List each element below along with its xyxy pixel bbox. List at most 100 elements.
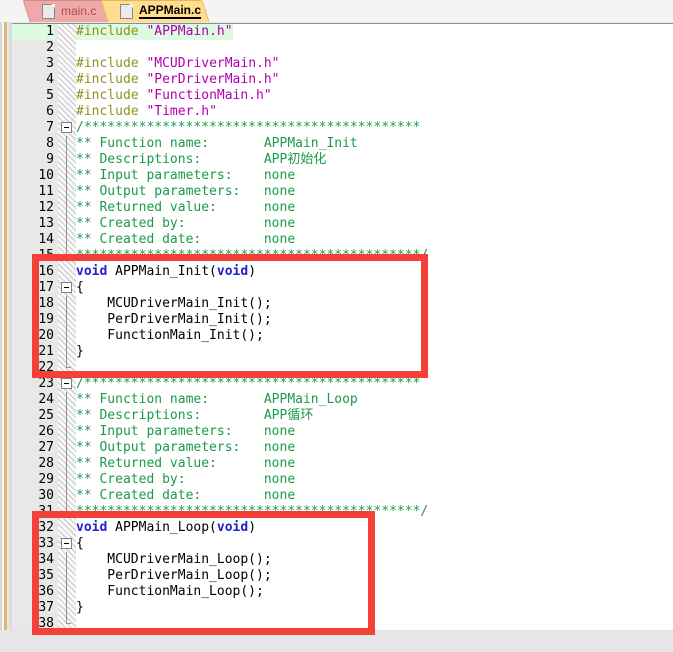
code-line[interactable]: 21} [12,344,673,360]
code-line[interactable]: 27 ** Output parameters: none [12,440,673,456]
token: ) [248,520,257,535]
code-text: ** Descriptions: APP初始化 [76,152,326,168]
fold-collapse-icon[interactable] [58,120,76,136]
code-line[interactable]: 10 ** Input parameters: none [12,168,673,184]
line-number: 6 [46,104,54,119]
code-line[interactable]: 13 ** Created by: none [12,216,673,232]
code-line[interactable]: 29 ** Created by: none [12,472,673,488]
token: ** Created by: none [76,472,296,487]
code-line[interactable]: 24 ** Function name: APPMain_Loop [12,392,673,408]
fold-guide-line [58,472,76,488]
token: ** Output parameters: none [76,440,296,455]
code-line[interactable]: 14 ** Created date: none [12,232,673,248]
code-text: ****************************************… [76,504,428,520]
code-line[interactable]: 2 [12,40,673,56]
code-text: ** Function name: APPMain_Init [76,136,358,152]
token: void [76,520,116,535]
code-line[interactable]: 37} [12,600,673,616]
fold-empty [58,520,76,536]
token: ** Descriptions: APP循环 [76,408,314,423]
fold-collapse-icon[interactable] [58,536,76,552]
code-text: ** Output parameters: none [76,184,295,200]
line-number: 26 [38,424,54,439]
token: PerDriverMain_Loop(); [76,568,272,583]
code-line[interactable]: 30 ** Created date: none [12,488,673,504]
token: ) [248,264,257,279]
code-line[interactable]: 23 /*************************************… [12,376,673,392]
code-line[interactable]: 22 [12,360,673,376]
token: ** Output parameters: none [76,184,296,199]
code-line[interactable]: 18 MCUDriverMain_Init(); [12,296,673,312]
fold-guide-line [58,584,76,600]
line-number: 28 [38,456,54,471]
token: ** Created by: none [76,216,296,231]
token: "FunctionMain.h" [146,88,272,103]
line-number: 5 [46,88,54,103]
code-line[interactable]: 20 FunctionMain_Init(); [12,328,673,344]
token: FunctionMain_Loop(); [76,584,264,599]
code-text: ** Created date: none [76,488,295,504]
tab-appmain-c[interactable]: APPMain.c [100,0,210,22]
line-number: 20 [38,328,54,343]
code-text: { [76,280,84,296]
token: ** Created date: none [76,488,296,503]
fold-guide-line [58,568,76,584]
code-line[interactable]: 34 MCUDriverMain_Loop(); [12,552,673,568]
code-editor-pane[interactable]: 1 #include "APPMain.h" 2 3 #include "MCUDriv… [12,23,673,630]
code-text: ****************************************… [76,248,428,264]
code-line[interactable]: 38 [12,616,673,630]
fold-guide-line [58,392,76,408]
tab-label: APPMain.c [139,2,202,19]
fold-collapse-icon[interactable] [58,376,76,392]
code-line[interactable]: 7 /**************************************… [12,120,673,136]
code-line[interactable]: 35 PerDriverMain_Loop(); [12,568,673,584]
code-line[interactable]: 32 void APPMain_Loop(void) [12,520,673,536]
code-line[interactable]: 28 ** Returned value: none [12,456,673,472]
fold-guide-line [58,168,76,184]
fold-guide-line [58,344,76,360]
code-line[interactable]: 16 void APPMain_Init(void) [12,264,673,280]
fold-guide-line [58,456,76,472]
code-line[interactable]: 17 { [12,280,673,296]
code-text: PerDriverMain_Loop(); [76,568,272,584]
code-line[interactable]: 6 #include "Timer.h" [12,104,673,120]
fold-collapse-icon[interactable] [58,280,76,296]
code-line[interactable]: 4 #include "PerDriverMain.h" [12,72,673,88]
line-number: 18 [38,296,54,311]
token: FunctionMain_Init(); [76,328,264,343]
fold-guide-line [58,440,76,456]
code-line[interactable]: 26 ** Input parameters: none [12,424,673,440]
code-line[interactable]: 12 ** Returned value: none [12,200,673,216]
code-text: /***************************************… [76,120,420,136]
token: APPMain_Loop( [115,520,217,535]
code-text: /***************************************… [76,376,420,392]
token: /***************************************… [76,376,421,391]
code-text: { [76,536,84,552]
code-line[interactable]: 19 PerDriverMain_Init(); [12,312,673,328]
code-text: ** Descriptions: APP循环 [76,408,313,424]
fold-guide-line [58,600,76,616]
document-icon [42,3,55,19]
line-number: 37 [38,600,54,615]
code-line[interactable]: 36 FunctionMain_Loop(); [12,584,673,600]
code-line[interactable]: 15 **************************************… [12,248,673,264]
code-line[interactable]: 11 ** Output parameters: none [12,184,673,200]
code-line[interactable]: 3 #include "MCUDriverMain.h" [12,56,673,72]
code-text: #include "MCUDriverMain.h" [76,56,280,72]
tab-bar: main.c APPMain.c [0,0,673,22]
code-line[interactable]: 33 { [12,536,673,552]
token: ** Returned value: none [76,456,296,471]
code-line[interactable]: 1 #include "APPMain.h" [12,24,673,40]
line-number: 12 [38,200,54,215]
line-number: 33 [38,536,54,551]
code-line[interactable]: 31 **************************************… [12,504,673,520]
line-number: 16 [38,264,54,279]
code-line[interactable]: 25 ** Descriptions: APP循环 [12,408,673,424]
token: MCUDriverMain_Init(); [76,296,272,311]
code-line[interactable]: 8 ** Function name: APPMain_Init [12,136,673,152]
token: void [76,264,116,279]
token: ****************************************… [76,504,429,519]
code-line[interactable]: 9 ** Descriptions: APP初始化 [12,152,673,168]
code-line[interactable]: 5 #include "FunctionMain.h" [12,88,673,104]
fold-empty [58,40,76,56]
